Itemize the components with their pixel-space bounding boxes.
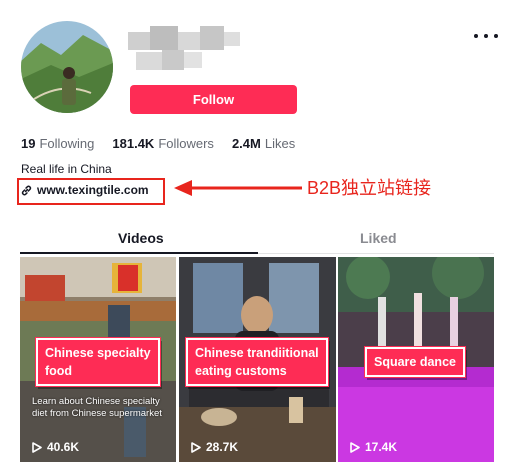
view-count: 17.4K [350,440,397,454]
stat-following[interactable]: 19 Following [21,136,94,151]
view-count-value: 17.4K [365,440,398,454]
profile-bio: Real life in China [21,162,112,176]
profile-link[interactable]: www.texingtile.com [20,183,149,197]
stat-likes: 2.4M Likes [232,136,295,151]
view-count: 40.6K [32,440,79,454]
tab-videos[interactable]: Videos [118,230,164,246]
link-icon [21,185,32,195]
view-count-value: 40.6K [47,440,80,454]
video-caption: Square dance [364,346,466,378]
stat-label: Likes [264,136,296,151]
play-icon [350,441,360,453]
stat-label: Followers [158,136,214,151]
stat-value: 19 [21,136,36,151]
link-text: www.texingtile.com [37,183,149,197]
tab-divider [258,253,494,254]
video-caption: Chinese specialty food [35,337,161,387]
profile-stats: 19 Following 181.4K Followers 2.4M Likes [21,136,313,151]
video-card[interactable]: Square dance 17.4K [338,257,494,462]
play-icon [191,441,201,453]
video-card[interactable]: Chinese trandiitional eating customs 28.… [179,257,336,462]
tab-active-indicator [20,252,258,254]
username-redacted [128,26,240,76]
follow-button[interactable]: Follow [130,85,297,114]
annotation-label: B2B独立站链接 [307,178,432,198]
avatar[interactable] [21,21,113,113]
stat-value: 181.4K [112,136,155,151]
tab-liked[interactable]: Liked [360,230,397,246]
view-count: 28.7K [191,440,238,454]
annotation-arrow-icon [174,180,302,196]
video-card[interactable]: Chinese specialty food Learn about Chine… [20,257,176,462]
stat-followers[interactable]: 181.4K Followers [112,136,214,151]
stat-label: Following [39,136,95,151]
video-caption: Chinese trandiitional eating customs [185,337,329,387]
stat-value: 2.4M [231,136,261,151]
view-count-value: 28.7K [206,440,239,454]
more-icon[interactable] [474,30,498,42]
video-subtext: Learn about Chinese specialty diet from … [32,396,162,419]
play-icon [32,441,42,453]
